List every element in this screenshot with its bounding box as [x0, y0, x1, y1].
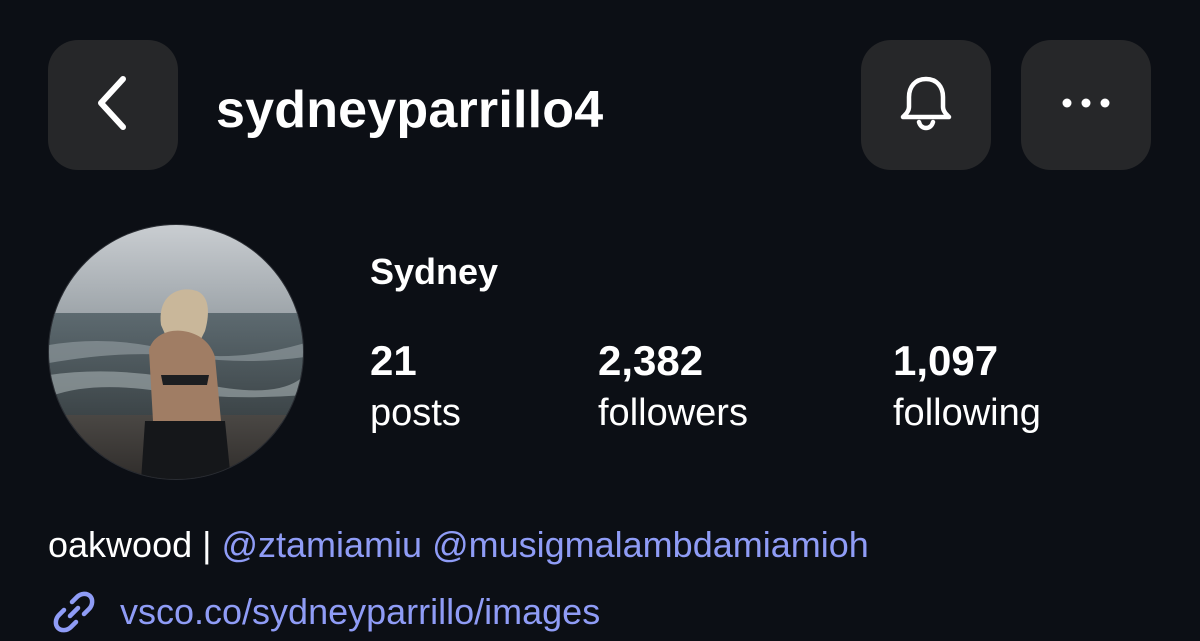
followers-label: followers	[598, 392, 748, 434]
link-icon	[48, 586, 100, 638]
following-label: following	[893, 392, 1041, 434]
profile-display-name: Sydney	[370, 251, 499, 292]
profile-username: sydneyparrillo4	[216, 81, 604, 139]
more-options-button[interactable]	[1021, 40, 1151, 170]
notifications-button[interactable]	[861, 40, 991, 170]
profile-bio: oakwood | @ztamiamiu @musigmalambdamiami…	[48, 520, 869, 570]
bio-mention-link[interactable]: @ztamiamiu	[221, 524, 422, 565]
profile-avatar[interactable]	[48, 224, 304, 480]
chevron-left-icon	[93, 73, 133, 138]
bio-text: oakwood |	[48, 524, 222, 565]
website-link-text[interactable]: vsco.co/sydneyparrillo/images	[120, 587, 600, 637]
followers-stat[interactable]: 2,382 followers	[598, 336, 748, 438]
following-stat[interactable]: 1,097 following	[893, 336, 1041, 438]
followers-count: 2,382	[598, 337, 704, 384]
bell-icon	[894, 71, 958, 140]
profile-page: sydneyparrillo4 Sydney 21 posts 2,382 fo…	[0, 0, 1200, 641]
posts-stat[interactable]: 21 posts	[370, 336, 461, 438]
back-button[interactable]	[48, 40, 178, 170]
posts-label: posts	[370, 392, 461, 434]
bio-mention-link[interactable]: @musigmalambdamiamioh	[432, 524, 869, 565]
posts-count: 21	[370, 337, 417, 384]
more-horizontal-icon	[1061, 96, 1111, 114]
profile-website-link[interactable]: vsco.co/sydneyparrillo/images	[48, 584, 600, 640]
following-count: 1,097	[893, 337, 999, 384]
